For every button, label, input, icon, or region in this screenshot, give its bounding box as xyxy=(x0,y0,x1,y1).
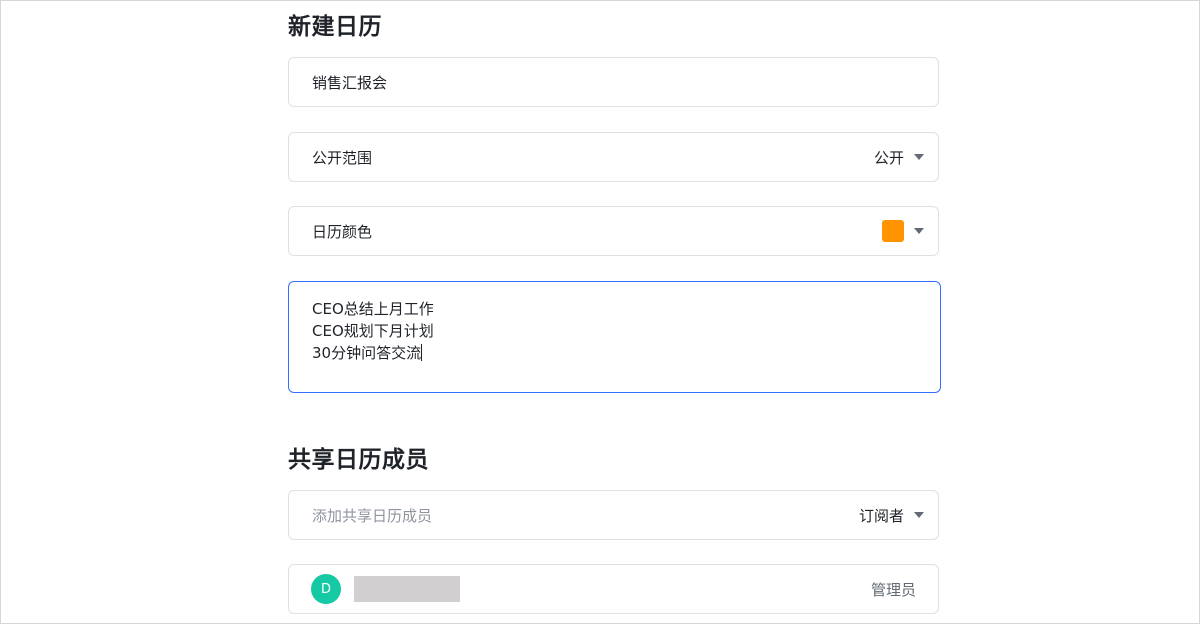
calendar-color-label: 日历颜色 xyxy=(312,222,373,241)
caret-down-icon xyxy=(914,228,924,234)
member-row[interactable]: D 管理员 xyxy=(288,564,939,614)
new-calendar-title: 新建日历 xyxy=(288,14,382,40)
calendar-name-value: 销售汇报会 xyxy=(312,73,388,92)
text-cursor xyxy=(421,344,423,361)
description-line-text: 30分钟问答交流 xyxy=(312,344,422,362)
role-value: 订阅者 xyxy=(858,506,904,525)
share-members-title: 共享日历成员 xyxy=(288,447,429,473)
color-swatch xyxy=(882,220,904,242)
add-member-input[interactable]: 添加共享日历成员 订阅者 xyxy=(288,490,939,540)
calendar-description-textarea[interactable]: CEO总结上月工作 CEO规划下月计划 30分钟问答交流 xyxy=(288,281,941,393)
avatar: D xyxy=(311,574,341,604)
redacted-member-name xyxy=(354,576,460,602)
role-dropdown[interactable]: 订阅者 xyxy=(859,505,924,526)
visibility-select[interactable]: 公开范围 公开 xyxy=(288,132,939,182)
calendar-color-select[interactable]: 日历颜色 xyxy=(288,206,939,256)
add-member-placeholder: 添加共享日历成员 xyxy=(312,506,433,525)
visibility-value: 公开 xyxy=(873,148,904,167)
calendar-name-input[interactable]: 销售汇报会 xyxy=(288,57,939,107)
description-line-last: 30分钟问答交流 xyxy=(312,342,917,364)
description-line: CEO总结上月工作 xyxy=(312,300,434,318)
caret-down-icon xyxy=(914,154,924,160)
description-line: CEO规划下月计划 xyxy=(312,322,434,340)
visibility-label: 公开范围 xyxy=(312,148,373,167)
caret-down-icon xyxy=(914,512,924,518)
member-role: 管理员 xyxy=(870,580,916,599)
